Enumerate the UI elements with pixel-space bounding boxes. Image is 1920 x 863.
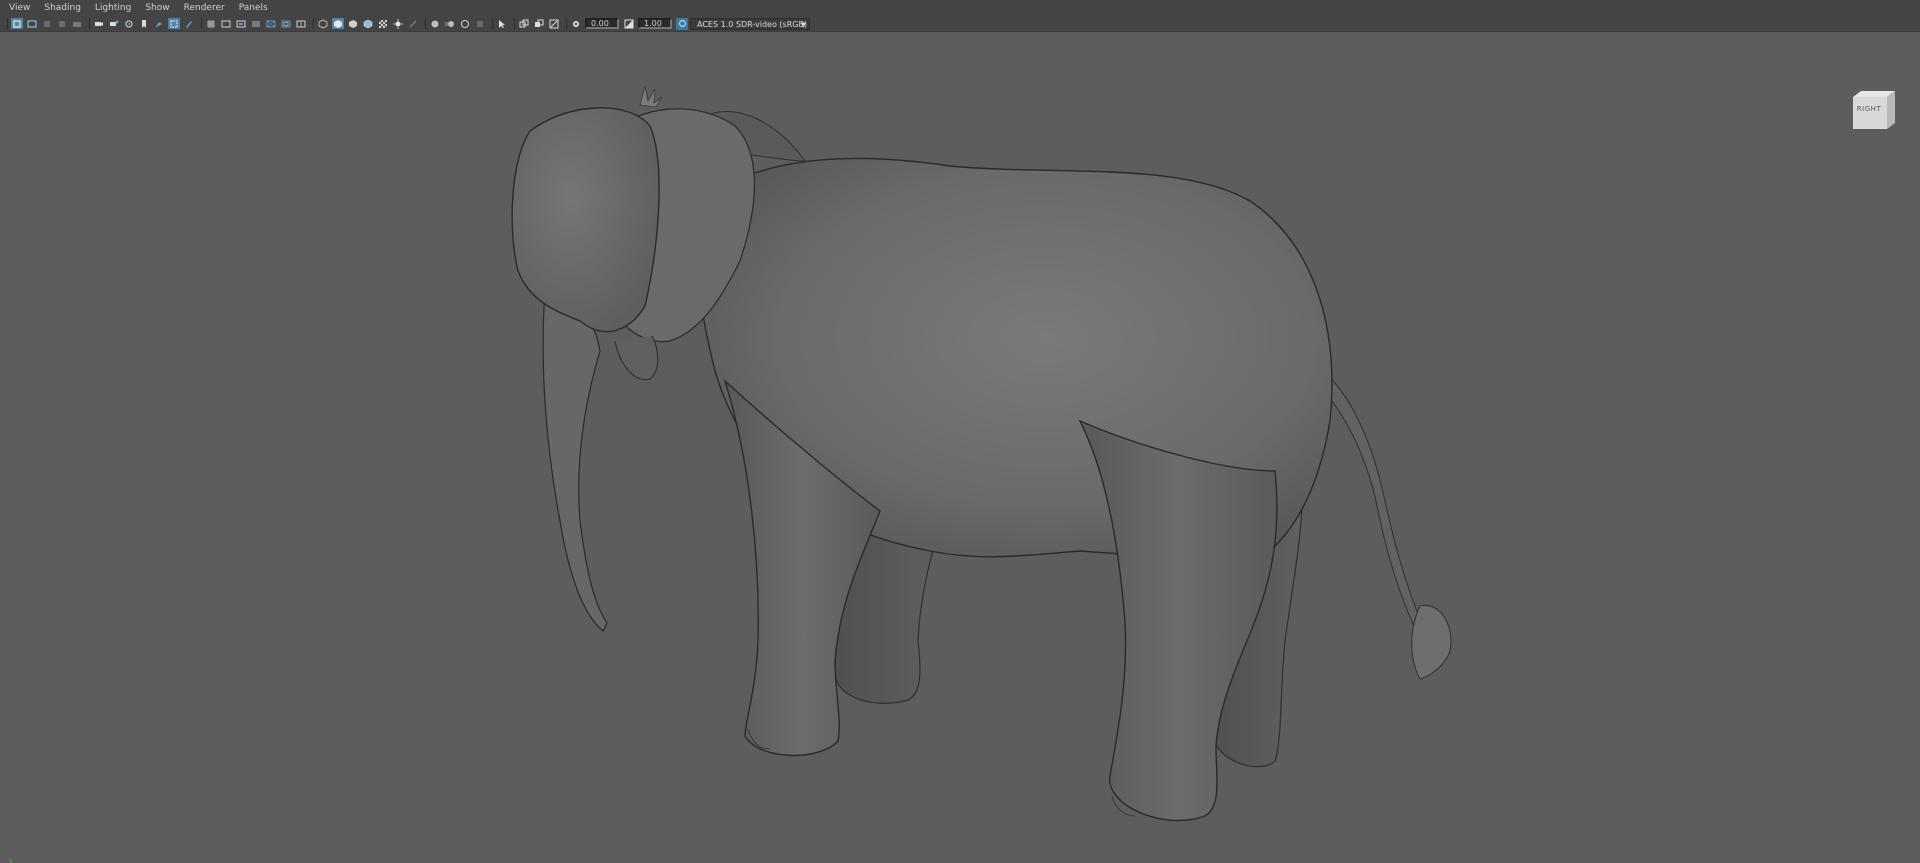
- xray-icon[interactable]: [518, 18, 530, 29]
- bookmarks-icon[interactable]: [41, 18, 53, 29]
- use-all-lights-icon[interactable]: [392, 18, 404, 29]
- camera-attributes-icon[interactable]: [26, 18, 38, 29]
- panel-toolbar: ACES 1.0 SDR-video (sRGB) ▼: [0, 16, 1920, 31]
- toolbar-divider: [89, 18, 90, 29]
- view-cube[interactable]: RIGHT: [1851, 91, 1897, 131]
- wireframe-on-shaded-icon[interactable]: [362, 18, 374, 29]
- camera-gate-icon[interactable]: [123, 18, 135, 29]
- grid-icon[interactable]: [205, 18, 217, 29]
- safe-action-icon[interactable]: [280, 18, 292, 29]
- default-material-icon[interactable]: [347, 18, 359, 29]
- camera-lock-icon[interactable]: [108, 18, 120, 29]
- color-management-icon[interactable]: [676, 17, 688, 30]
- textured-icon[interactable]: [377, 18, 389, 29]
- perspective-viewport[interactable]: RIGHT: [0, 31, 1920, 863]
- toolbar-divider: [201, 18, 202, 29]
- safe-title-icon[interactable]: [295, 18, 307, 29]
- toolbar-divider: [514, 18, 515, 29]
- bookmark-icon[interactable]: [138, 18, 150, 29]
- panel-menu-bar: View Shading Lighting Show Renderer Pane…: [0, 0, 1920, 16]
- image-plane-icon[interactable]: [56, 18, 68, 29]
- xray-active-components-icon[interactable]: [548, 18, 560, 29]
- menu-show[interactable]: Show: [145, 3, 169, 13]
- select-camera-icon[interactable]: [11, 18, 23, 29]
- gamma-icon: [570, 18, 582, 29]
- toolbar-divider: [425, 18, 426, 29]
- pencil-icon[interactable]: [183, 18, 195, 29]
- grid-snap-icon[interactable]: [168, 18, 180, 29]
- exposure-field[interactable]: [638, 18, 672, 29]
- exposure-icon: [623, 18, 635, 29]
- toolbar-divider: [492, 18, 493, 29]
- screen-space-ao-icon[interactable]: [429, 18, 441, 29]
- toolbar-divider: [313, 18, 314, 29]
- field-chart-icon[interactable]: [265, 18, 277, 29]
- film-gate-icon[interactable]: [220, 18, 232, 29]
- motion-blur-icon[interactable]: [444, 18, 456, 29]
- two-d-pan-zoom-icon[interactable]: [71, 18, 83, 29]
- shadows-icon[interactable]: [407, 18, 419, 29]
- chevron-down-icon: ▼: [800, 20, 806, 29]
- wireframe-icon[interactable]: [317, 18, 329, 29]
- view-cube-label: RIGHT: [1856, 105, 1882, 113]
- smooth-shade-icon[interactable]: [332, 18, 344, 29]
- depth-of-field-icon[interactable]: [474, 18, 486, 29]
- resolution-gate-icon[interactable]: [235, 18, 247, 29]
- xray-joints-icon[interactable]: [533, 18, 545, 29]
- camera-icon[interactable]: [93, 18, 105, 29]
- isolate-select-icon[interactable]: [496, 18, 508, 29]
- menu-view[interactable]: View: [9, 3, 30, 13]
- grease-pencil-icon[interactable]: [153, 18, 165, 29]
- toolbar-divider: [566, 18, 567, 29]
- menu-lighting[interactable]: Lighting: [95, 3, 131, 13]
- menu-renderer[interactable]: Renderer: [184, 3, 225, 13]
- anti-aliasing-icon[interactable]: [459, 18, 471, 29]
- axis-gizmo-icon: [10, 859, 12, 863]
- view-transform-label: ACES 1.0 SDR-video (sRGB): [697, 19, 808, 29]
- view-transform-dropdown[interactable]: ACES 1.0 SDR-video (sRGB) ▼: [690, 17, 810, 30]
- gate-mask-icon[interactable]: [250, 18, 262, 29]
- toolbar-divider: [7, 18, 8, 29]
- gamma-field[interactable]: [585, 18, 619, 29]
- elephant-model[interactable]: [0, 32, 1920, 863]
- menu-shading[interactable]: Shading: [44, 3, 81, 13]
- menu-panels[interactable]: Panels: [239, 3, 268, 13]
